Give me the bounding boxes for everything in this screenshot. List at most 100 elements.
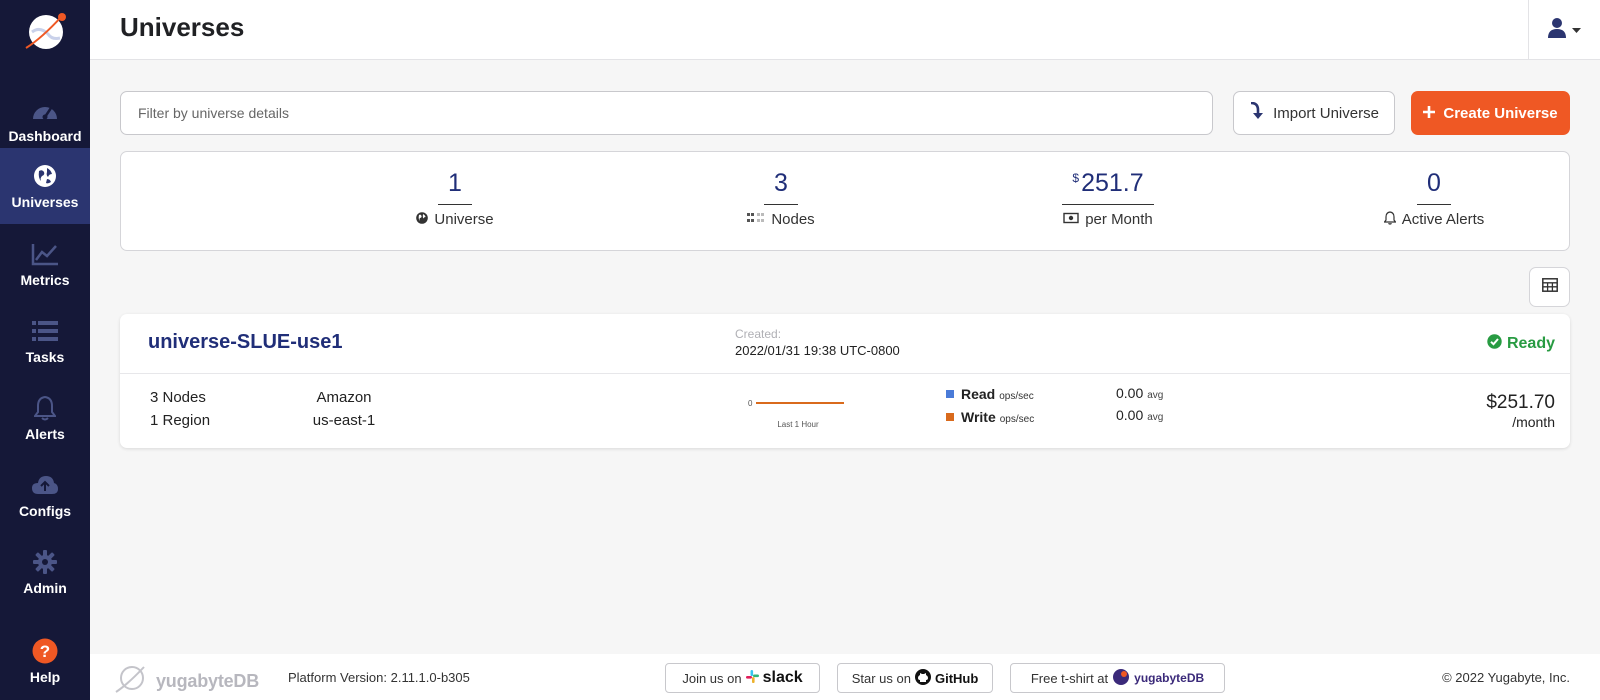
write-legend-swatch [946, 413, 954, 421]
universe-count: 1 [438, 169, 472, 205]
read-metric-legend: Read ops/sec [946, 386, 1034, 402]
user-icon [1548, 17, 1566, 43]
check-circle-icon [1487, 334, 1502, 354]
sidebar-item-alerts[interactable]: Alerts [0, 380, 90, 456]
cost-label: per Month [1085, 210, 1153, 228]
platform-version: Platform Version: 2.11.1.0-b305 [288, 670, 470, 685]
sidebar-item-admin[interactable]: Admin [0, 534, 90, 610]
user-menu-button[interactable] [1528, 0, 1600, 60]
free-tshirt-link[interactable]: Free t-shirt at yugabyteDB [1010, 663, 1225, 693]
summary-alerts: 0 Active Alerts [1314, 169, 1554, 229]
top-header: Universes [90, 0, 1600, 60]
sidebar-item-metrics[interactable]: Metrics [0, 226, 90, 302]
line-chart-icon [31, 240, 59, 268]
dashboard-gauge-icon [31, 96, 59, 124]
tshirt-link-prefix: Free t-shirt at [1030, 670, 1109, 686]
github-star-link[interactable]: Star us on GitHub [837, 663, 993, 693]
write-avg-suffix: avg [1147, 412, 1164, 423]
node-count-text: 3 Nodes [150, 389, 206, 406]
table-view-toggle-button[interactable] [1529, 267, 1570, 307]
join-slack-link[interactable]: Join us on slack [665, 663, 820, 693]
bell-icon [31, 394, 59, 422]
import-arrow-icon [1249, 101, 1264, 124]
sidebar-item-tasks[interactable]: Tasks [0, 303, 90, 379]
cost-amount: 251.7 [1081, 169, 1144, 197]
summary-universes: 1 Universe [335, 169, 575, 228]
write-metric-value: 0.00 avg [1116, 407, 1163, 423]
globe-icon [31, 162, 59, 190]
table-icon [1541, 277, 1558, 297]
filter-universes-input[interactable] [120, 91, 1213, 135]
universe-card[interactable]: universe-SLUE-use1 Created: 2022/01/31 1… [120, 314, 1570, 448]
read-avg-suffix: avg [1147, 390, 1164, 401]
currency-symbol: $ [1072, 171, 1080, 185]
sidebar-item-dashboard[interactable]: Dashboard [0, 82, 90, 158]
slack-link-prefix: Join us on [682, 670, 742, 686]
github-wordmark: GitHub [934, 670, 979, 686]
write-metric-legend: Write ops/sec [946, 409, 1034, 425]
cloud-provider: Amazon [316, 389, 372, 406]
node-count-label: Nodes [771, 210, 815, 228]
create-universe-label: Create Universe [1443, 104, 1558, 122]
plus-icon [1423, 105, 1436, 122]
sidebar-item-label: Tasks [25, 349, 65, 365]
write-metric-name: Write [961, 409, 996, 425]
sidebar-item-label: Alerts [25, 426, 65, 442]
nodes-grid-icon [747, 211, 765, 228]
read-legend-swatch [946, 390, 954, 398]
sparkline-y-label: 0 [748, 399, 753, 408]
universe-count-label: Universe [434, 210, 494, 228]
copyright-text: © 2022 Yugabyte, Inc. [1442, 670, 1570, 685]
sidebar-item-label: Universes [11, 194, 79, 210]
read-metric-value: 0.00 avg [1116, 385, 1163, 401]
bell-icon [1383, 210, 1397, 229]
universe-cost-period: /month [1512, 414, 1555, 430]
sparkline-x-label: Last 1 Hour [777, 420, 819, 429]
import-universe-button[interactable]: Import Universe [1233, 91, 1395, 135]
globe-icon [416, 211, 429, 228]
footer-brand: yugabyteDB [114, 664, 259, 699]
sidebar-item-label: Admin [23, 580, 67, 596]
universe-name-link[interactable]: universe-SLUE-use1 [148, 331, 343, 354]
sidebar-item-label: Dashboard [8, 128, 82, 144]
summary-cost: $251.7 per Month [988, 169, 1228, 228]
sidebar: Dashboard Universes Metrics Tasks Alerts… [0, 0, 90, 700]
sidebar-item-help[interactable]: ? Help [0, 623, 90, 699]
universe-card-header: universe-SLUE-use1 Created: 2022/01/31 1… [120, 314, 1570, 374]
caret-down-icon [1572, 21, 1581, 39]
created-label: Created: [735, 327, 782, 341]
yugabyte-logo-icon [114, 664, 148, 699]
import-universe-label: Import Universe [1273, 104, 1379, 122]
status-text: Ready [1506, 335, 1555, 352]
universe-cost: $251.70 [1486, 392, 1555, 413]
read-metric-unit: ops/sec [999, 391, 1034, 402]
alert-count-label: Active Alerts [1401, 211, 1485, 228]
create-universe-button[interactable]: Create Universe [1411, 91, 1570, 135]
github-link-prefix: Star us on [851, 670, 911, 686]
help-question-icon: ? [31, 637, 59, 665]
region-count-text: 1 Region [150, 412, 211, 429]
github-logo-icon [914, 668, 931, 688]
summary-nodes: 3 Nodes [661, 169, 901, 228]
universe-summary-panel: 1 Universe 3 Nodes $251.7 per Month 0 Ac… [120, 151, 1570, 251]
gear-icon [31, 548, 59, 576]
read-metric-name: Read [961, 386, 996, 402]
cost-value: $251.7 [1062, 169, 1154, 205]
provider-region: us-east-1 [312, 412, 376, 429]
svg-text:?: ? [40, 642, 50, 661]
write-avg-value: 0.00 [1116, 407, 1144, 423]
yugabyte-orb-icon [1112, 668, 1130, 689]
read-avg-value: 0.00 [1116, 385, 1144, 401]
status-badge: Ready [1487, 334, 1555, 354]
footer: yugabyteDB Platform Version: 2.11.1.0-b3… [90, 654, 1600, 700]
sidebar-item-configs[interactable]: Configs [0, 457, 90, 533]
cloud-upload-icon [31, 471, 59, 499]
sidebar-item-universes[interactable]: Universes [0, 148, 90, 224]
slack-logo-icon [745, 670, 759, 686]
ops-sparkline-chart: 0 Last 1 Hour [748, 399, 844, 429]
list-icon [31, 317, 59, 345]
sidebar-item-label: Metrics [20, 272, 70, 288]
yugabyte-logo-icon[interactable] [22, 10, 70, 52]
node-count: 3 [764, 169, 798, 205]
sidebar-item-label: Configs [18, 503, 72, 519]
